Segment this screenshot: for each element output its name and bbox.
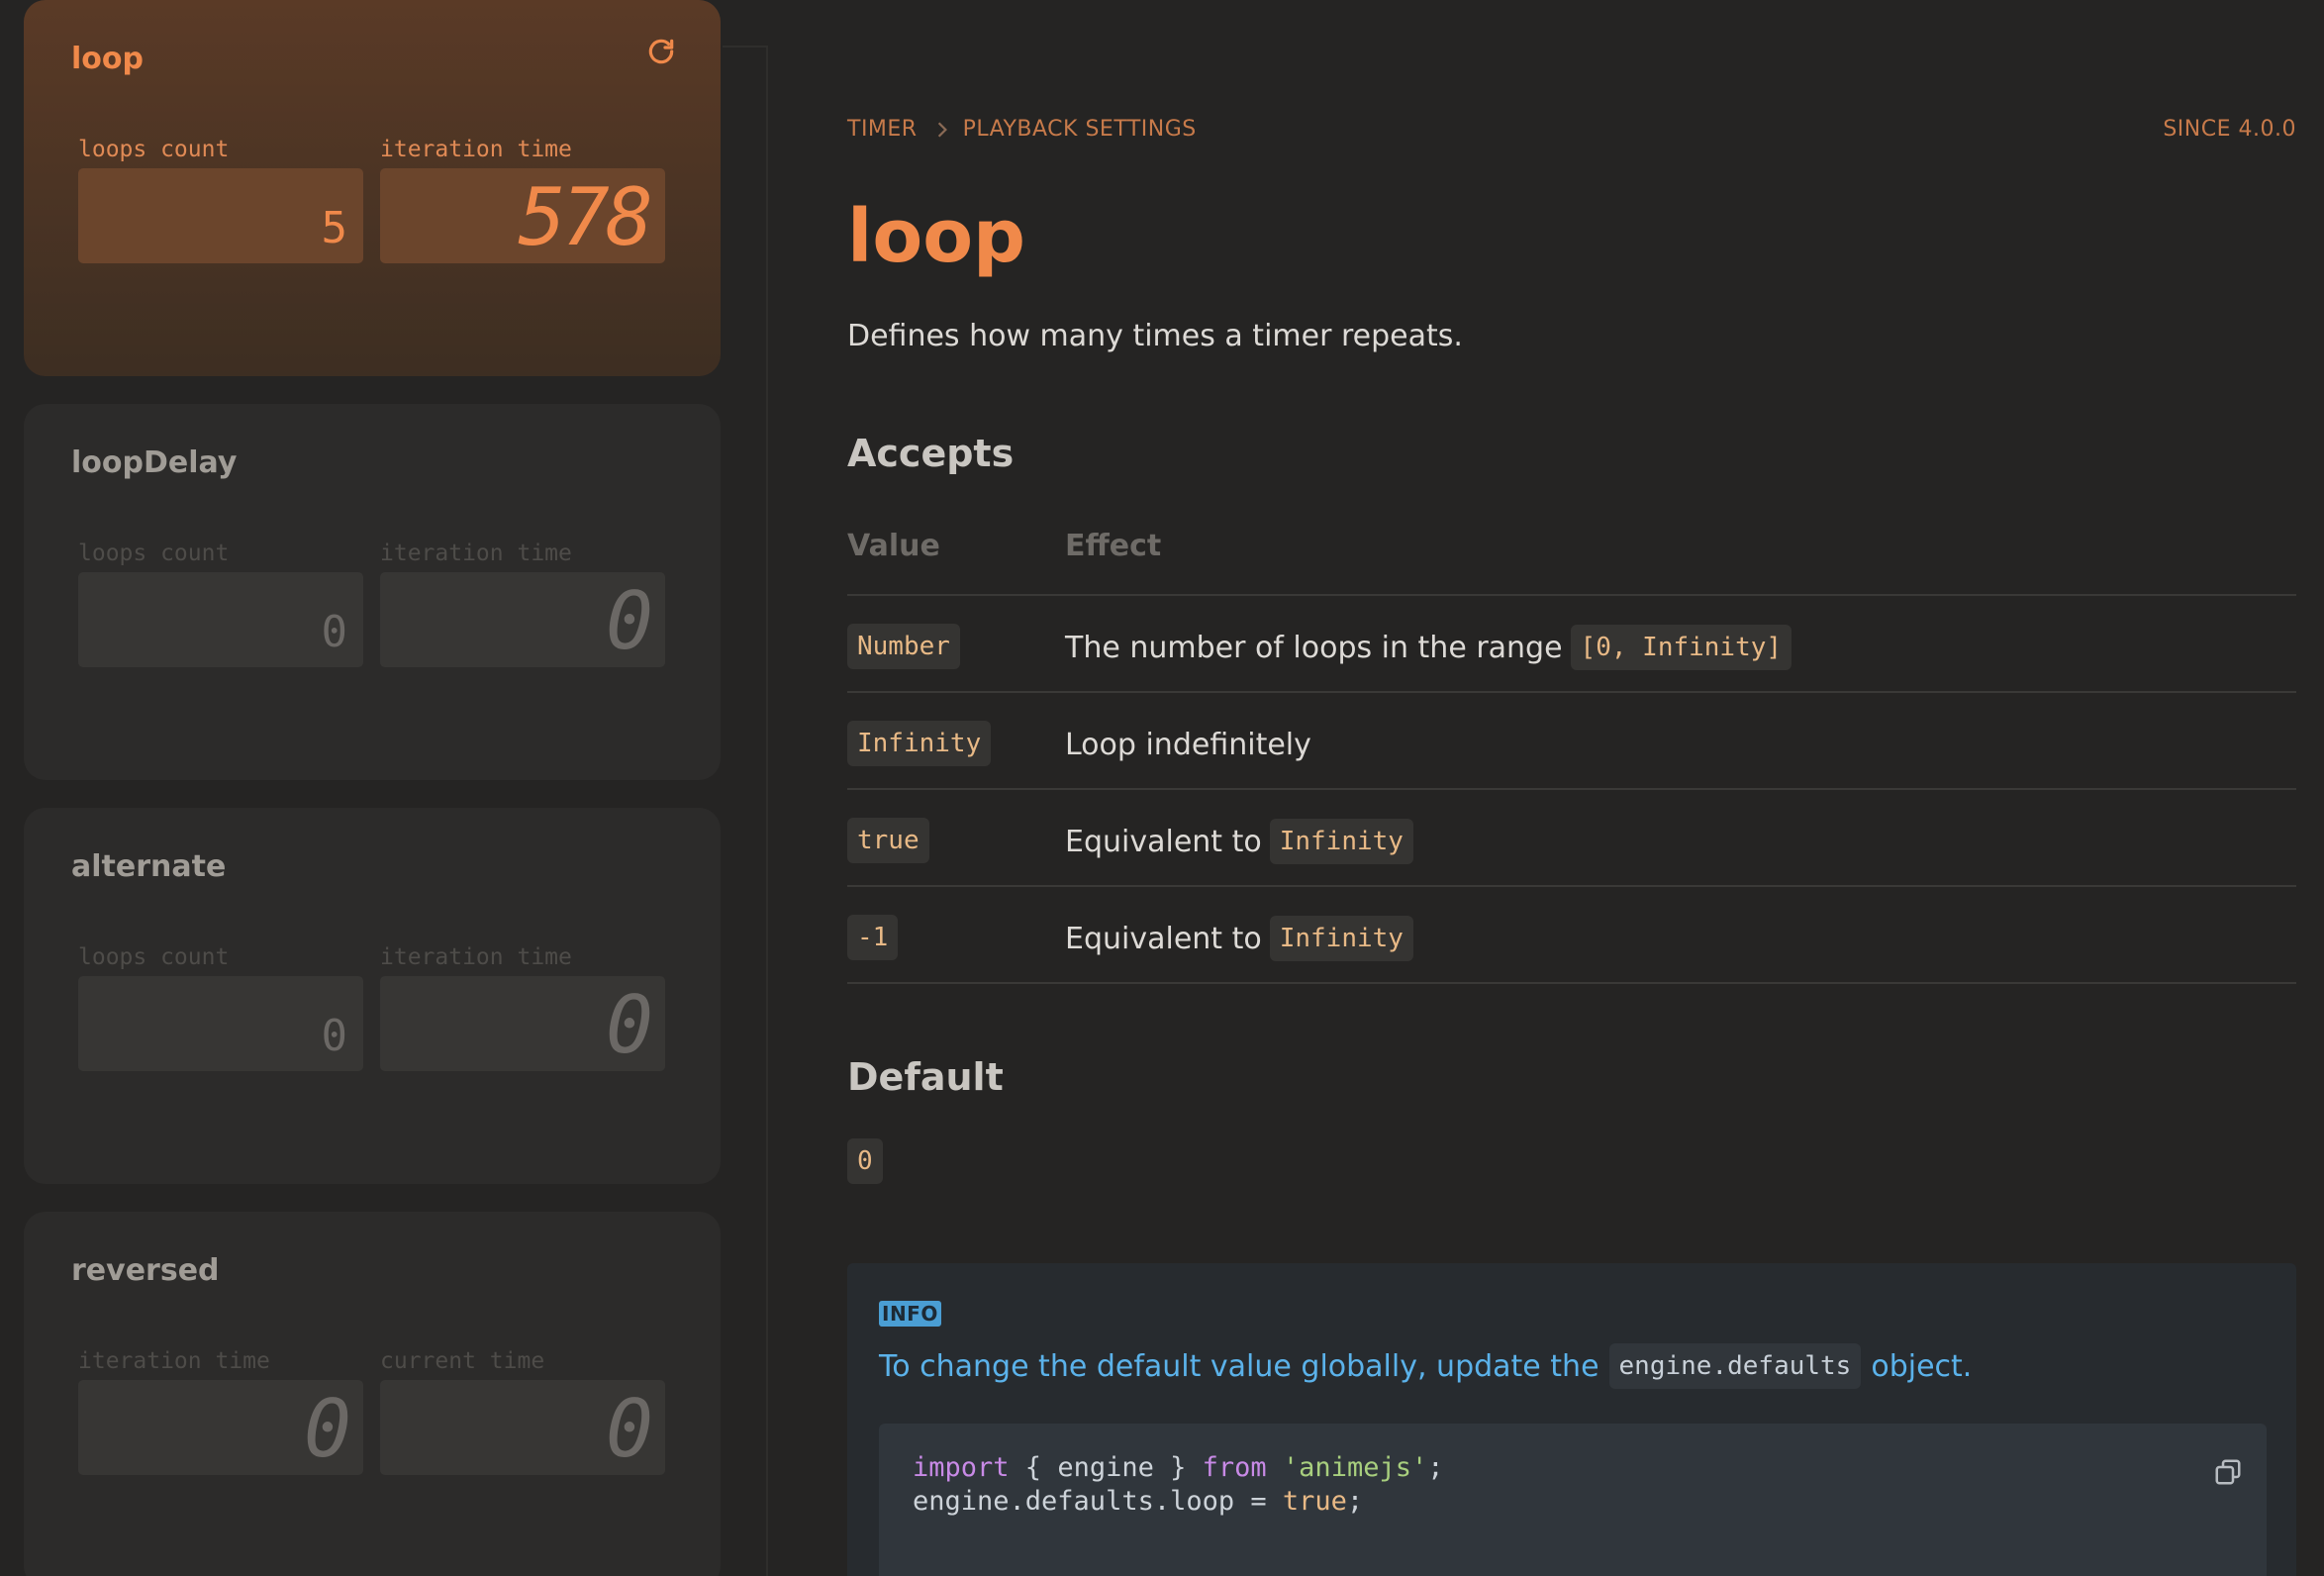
column-header-value: Value	[847, 529, 940, 563]
default-value: 0	[847, 1138, 883, 1184]
counter-display: 0	[78, 1380, 363, 1475]
table-header: Value Effect	[847, 513, 2296, 596]
info-text-before: To change the default value globally, up…	[879, 1348, 1599, 1384]
counter-label: iteration time	[380, 137, 572, 162]
column-divider	[766, 46, 768, 1576]
counter-value: 0	[303, 1383, 351, 1475]
effect-code: [0, Infinity]	[1570, 625, 1792, 670]
code-text: { engine }	[1009, 1452, 1203, 1483]
code-text: ;	[1346, 1486, 1364, 1517]
iteration-time-counter: iteration time 0	[380, 541, 665, 667]
effect-code: Infinity	[1269, 819, 1413, 864]
info-badge: INFO	[879, 1301, 941, 1327]
counter-label: loops count	[78, 944, 230, 970]
default-heading: Default	[847, 1055, 1004, 1099]
table-row: true Equivalent to Infinity	[847, 790, 2296, 887]
counter-value: 0	[321, 1011, 348, 1061]
counter-label: loops count	[78, 137, 230, 162]
demo-title: loopDelay	[71, 445, 238, 480]
iteration-time-counter: iteration time 0	[380, 944, 665, 1071]
code-string: 'animejs'	[1282, 1452, 1428, 1483]
table-row: -1 Equivalent to Infinity	[847, 887, 2296, 984]
counter-label: iteration time	[380, 944, 572, 970]
info-code: engine.defaults	[1608, 1343, 1862, 1389]
divider	[723, 46, 768, 48]
info-text-after: object.	[1871, 1348, 1973, 1384]
counter-display: 0	[380, 976, 665, 1071]
counter-value: 0	[321, 607, 348, 657]
counter-display: 0	[380, 572, 665, 667]
effect-text: The number of loops in the range	[1065, 630, 1563, 665]
code-boolean: true	[1282, 1486, 1347, 1517]
demo-title: loop	[71, 42, 144, 76]
code-keyword: from	[1202, 1452, 1267, 1483]
accepts-table: Value Effect Number The number of loops …	[847, 513, 2296, 984]
accepts-heading: Accepts	[847, 432, 1015, 475]
demo-title: reversed	[71, 1253, 220, 1288]
page-title: loop	[847, 194, 1026, 279]
demo-card-reversed[interactable]: reversed iteration time 0 current time 0	[24, 1212, 721, 1576]
counter-label: iteration time	[380, 541, 572, 566]
breadcrumb: TIMER PLAYBACK SETTINGS	[847, 117, 1197, 142]
table-row: Number The number of loops in the range[…	[847, 596, 2296, 693]
refresh-icon[interactable]	[645, 36, 677, 67]
demo-card-loopdelay[interactable]: loopDelay loops count 0 iteration time 0	[24, 404, 721, 780]
code-line: engine.defaults.loop = true;	[913, 1485, 2233, 1519]
chevron-right-icon	[937, 121, 947, 138]
demo-title: alternate	[71, 849, 227, 884]
current-time-counter: current time 0	[380, 1348, 665, 1475]
value-code: -1	[847, 915, 899, 960]
counter-value: 0	[605, 979, 653, 1071]
value-code: true	[847, 818, 929, 863]
counter-label: current time	[380, 1348, 545, 1374]
counter-value: 0	[605, 1383, 653, 1475]
loops-count-counter: loops count 0	[78, 541, 363, 667]
value-code: Number	[847, 624, 960, 669]
info-callout: INFO To change the default value globall…	[847, 1263, 2296, 1576]
counter-value: 578	[518, 171, 653, 263]
code-keyword: import	[913, 1452, 1010, 1483]
column-header-effect: Effect	[1065, 529, 1162, 563]
code-line: import { engine } from 'animejs';	[913, 1451, 2233, 1485]
table-row: Infinity Loop indefinitely	[847, 693, 2296, 790]
counter-value: 0	[605, 575, 653, 667]
iteration-time-counter: iteration time 0	[78, 1348, 363, 1475]
effect-text: Equivalent to	[1065, 824, 1262, 859]
effect-text: Equivalent to	[1065, 921, 1262, 956]
iteration-time-counter: iteration time 578	[380, 137, 665, 263]
counter-display: 0	[380, 1380, 665, 1475]
effect-code: Infinity	[1269, 916, 1413, 961]
code-text: engine.defaults.loop =	[913, 1486, 1283, 1517]
demo-card-loop[interactable]: loop loops count 5 iteration time 578	[24, 0, 721, 376]
counter-display: 0	[78, 976, 363, 1071]
since-version: SINCE 4.0.0	[2163, 117, 2296, 142]
counter-label: iteration time	[78, 1348, 270, 1374]
page-description: Defines how many times a timer repeats.	[847, 319, 1463, 353]
default-value-code: 0	[847, 1138, 883, 1184]
counter-display: 5	[78, 168, 363, 263]
code-text: ;	[1427, 1452, 1444, 1483]
counter-display: 578	[380, 168, 665, 263]
effect-text: Loop indefinitely	[1065, 727, 1311, 762]
breadcrumb-parent[interactable]: TIMER	[847, 117, 918, 142]
value-code: Infinity	[847, 721, 992, 766]
loops-count-counter: loops count 0	[78, 944, 363, 1071]
counter-value: 5	[321, 203, 348, 253]
info-text: To change the default value globally, up…	[879, 1342, 1972, 1390]
loops-count-counter: loops count 5	[78, 137, 363, 263]
counter-display: 0	[78, 572, 363, 667]
copy-icon[interactable]	[2213, 1457, 2243, 1487]
breadcrumb-current[interactable]: PLAYBACK SETTINGS	[963, 117, 1197, 142]
code-block: import { engine } from 'animejs'; engine…	[879, 1424, 2267, 1576]
demo-card-alternate[interactable]: alternate loops count 0 iteration time 0	[24, 808, 721, 1184]
counter-label: loops count	[78, 541, 230, 566]
